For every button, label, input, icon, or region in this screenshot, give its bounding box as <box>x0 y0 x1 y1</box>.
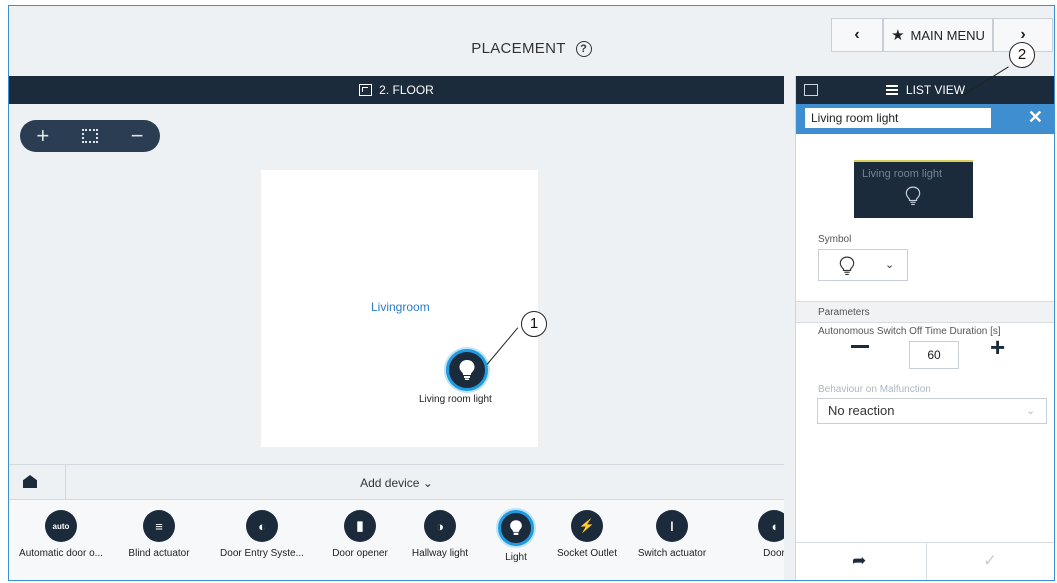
tile-label: Living room light <box>862 168 943 180</box>
tray-item-door[interactable]: ◖ Door <box>754 510 784 559</box>
placed-device-label: Living room light <box>419 394 492 405</box>
malfunction-value: No reaction <box>828 403 895 418</box>
device-tile-preview: Living room light <box>854 160 973 218</box>
tray-item-door-opener[interactable]: ▮ Door opener <box>325 510 395 559</box>
floor-canvas[interactable]: + − Livingroom Living room light <box>9 104 784 464</box>
switch-off-value[interactable]: 60 <box>909 341 959 369</box>
floor-label: 2. FLOOR <box>379 83 434 97</box>
tray-item-hallway-light[interactable]: ◑ Hallway light <box>405 510 475 559</box>
zoom-controls: + − <box>20 120 160 152</box>
chevron-down-icon: ⌄ <box>885 259 895 271</box>
tray-item-socket-outlet[interactable]: ⚡ Socket Outlet <box>552 510 622 559</box>
door-icon: ▮ <box>344 510 376 542</box>
increment-button[interactable]: + <box>990 334 1005 360</box>
tray-item-switch-actuator[interactable]: ǀ Switch actuator <box>632 510 712 559</box>
tray-item-door-entry[interactable]: ◐ Door Entry Syste... <box>212 510 312 559</box>
blind-icon: ≡ <box>143 510 175 542</box>
prev-button[interactable]: ‹ <box>831 18 883 52</box>
zoom-fit-icon[interactable] <box>81 129 98 143</box>
panel-footer: ➦ ✓ <box>796 542 1054 580</box>
add-device-button[interactable]: Add device ⌄ <box>9 476 784 490</box>
name-row: ✕ <box>796 104 1054 134</box>
close-icon[interactable]: ✕ <box>1028 107 1043 128</box>
add-device-label: Add device <box>360 476 420 490</box>
tray-item-label: Door <box>763 548 784 559</box>
checkmark-icon: ✓ <box>983 551 998 570</box>
symbol-select[interactable]: ⌄ <box>818 249 908 281</box>
bulb-outline-icon <box>905 186 921 206</box>
device-name-input[interactable] <box>805 108 991 128</box>
header: PLACEMENT? ‹ ★ MAIN MENU › <box>9 6 1054 76</box>
tray-item-label: Door opener <box>332 548 388 559</box>
device-tray[interactable]: auto Automatic door o... ≡ Blind actuato… <box>9 500 784 580</box>
floor-plan-icon <box>359 84 373 96</box>
tray-item-label: Switch actuator <box>637 548 707 559</box>
back-button[interactable]: ➦ <box>796 543 927 580</box>
hallway-light-icon: ◑ <box>424 510 456 542</box>
properties-panel: LIST VIEW ✕ Living room light Symbol ⌄ P… <box>795 76 1054 580</box>
help-icon[interactable]: ? <box>575 41 592 57</box>
floor-bar[interactable]: 2. FLOOR <box>9 76 784 104</box>
parameters-header: Parameters <box>796 301 1054 323</box>
placed-device-light[interactable] <box>446 349 488 391</box>
main-menu-button[interactable]: ★ MAIN MENU <box>883 18 993 52</box>
switch-off-label: Autonomous Switch Off Time Duration [s] <box>818 326 1001 337</box>
chevron-down-icon: ⌄ <box>1026 405 1036 417</box>
switch-icon: ǀ <box>656 510 688 542</box>
door-entry-icon: ◐ <box>246 510 278 542</box>
tray-item-label: Hallway light <box>411 548 469 559</box>
tray-item-blind-actuator[interactable]: ≡ Blind actuator <box>119 510 199 559</box>
auto-key-icon: auto <box>45 510 77 542</box>
malfunction-select[interactable]: No reaction ⌄ <box>817 398 1047 424</box>
panel-header: LIST VIEW <box>796 76 1054 104</box>
room-label: Livingroom <box>371 300 430 314</box>
tray-item-label: Door Entry Syste... <box>220 548 304 559</box>
bulb-icon <box>498 510 534 546</box>
star-icon: ★ <box>891 27 905 44</box>
tray-item-label: Automatic door o... <box>19 548 103 559</box>
zoom-in-button[interactable]: + <box>36 123 49 149</box>
collapse-panel-icon[interactable] <box>804 84 818 96</box>
page-title-text: PLACEMENT <box>471 40 566 57</box>
chevron-down-icon: ⌄ <box>422 476 433 490</box>
main-menu-label: MAIN MENU <box>910 27 985 43</box>
callout-1: 1 <box>521 311 547 337</box>
add-device-bar: Add device ⌄ <box>9 464 784 500</box>
zoom-out-button[interactable]: − <box>131 123 144 149</box>
callout-2: 2 <box>1009 42 1035 68</box>
list-view-button[interactable]: LIST VIEW <box>906 83 965 97</box>
bulb-icon <box>459 360 475 380</box>
app-frame: PLACEMENT? ‹ ★ MAIN MENU › 2. FLOOR + − … <box>8 5 1055 581</box>
bulb-outline-icon <box>839 256 855 276</box>
confirm-button[interactable]: ✓ <box>927 543 1054 580</box>
tray-item-label: Socket Outlet <box>556 548 618 559</box>
tray-item-automatic-door[interactable]: auto Automatic door o... <box>11 510 111 559</box>
back-arrow-icon: ➦ <box>852 551 867 570</box>
door-partial-icon: ◖ <box>758 510 784 542</box>
tray-item-light[interactable]: Light <box>486 510 546 563</box>
prev-chevron-icon: ‹ <box>854 26 860 43</box>
tray-item-label: Light <box>505 552 527 563</box>
tray-item-label: Blind actuator <box>128 548 190 559</box>
malfunction-label: Behaviour on Malfunction <box>818 384 931 395</box>
socket-icon: ⚡ <box>571 510 603 542</box>
list-icon <box>885 85 898 95</box>
bulb-glyph-icon <box>510 520 522 535</box>
symbol-label: Symbol <box>818 234 852 245</box>
room-livingroom[interactable]: Livingroom Living room light <box>261 170 538 447</box>
decrement-button[interactable] <box>851 345 869 348</box>
